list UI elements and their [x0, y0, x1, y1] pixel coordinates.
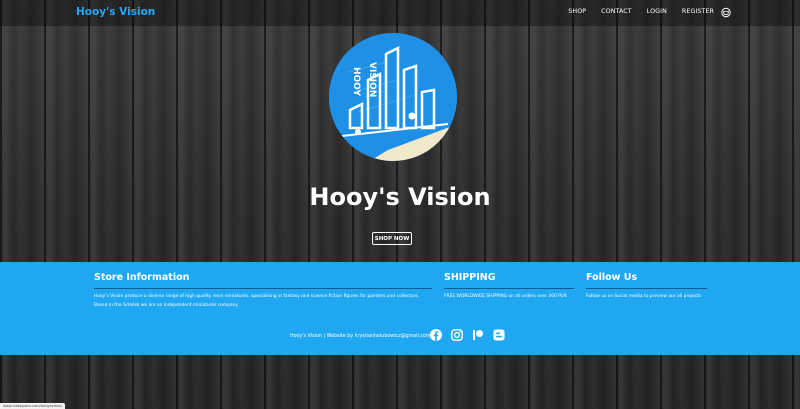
shipping-section: SHIPPING FREE WORLDWIDE SHIPPING on all … [444, 262, 574, 300]
store-info-section: Store Information Hooy's Vision produce … [94, 262, 432, 309]
follow-heading: Follow Us [586, 272, 638, 283]
divider [444, 288, 574, 289]
nav-shop-link[interactable]: SHOP [568, 8, 586, 15]
nav-login-link[interactable]: LOGIN [647, 8, 667, 15]
store-location-text: Based in the Gdańsk we are an independen… [94, 303, 238, 308]
nav-register-link[interactable]: REGISTER [682, 8, 714, 15]
svg-text:VISION: VISION [367, 62, 377, 97]
shop-now-button[interactable]: SHOP NOW [372, 232, 412, 245]
divider [586, 288, 707, 289]
store-info-heading: Store Information [94, 272, 190, 283]
hero-title: Hooy's Vision [309, 183, 491, 211]
facebook-icon[interactable] [430, 329, 442, 341]
follow-section: Follow Us Follow us on Social media to p… [586, 262, 707, 300]
divider [94, 288, 432, 289]
svg-text:HOOY: HOOY [351, 67, 361, 97]
footer: Store Information Hooy's Vision produce … [0, 262, 800, 355]
navbar: Hooy's Vision SHOP CONTACT LOGIN REGISTE… [0, 0, 800, 26]
status-bar-url: www.instagram.com/hooysvision [0, 403, 66, 409]
instagram-icon[interactable] [451, 329, 463, 341]
brand-link[interactable]: Hooy's Vision [76, 6, 155, 18]
hero-logo: HOOY VISION [329, 33, 457, 161]
social-links [430, 329, 505, 341]
store-info-text: Hooy's Vision produce a diverse range of… [94, 294, 420, 299]
shipping-text: FREE WORLDWIDE SHIPPING on all orders ov… [444, 294, 567, 299]
follow-text: Follow us on Social media to preview our… [586, 294, 702, 299]
basket-icon[interactable] [721, 7, 731, 18]
footer-credit: Hooy's Vision | Website by krystianholub… [290, 334, 431, 339]
patreon-icon[interactable] [472, 329, 484, 341]
nav-contact-link[interactable]: CONTACT [601, 8, 632, 15]
shipping-heading: SHIPPING [444, 272, 496, 283]
blogger-icon[interactable] [493, 329, 505, 341]
nav-links: SHOP CONTACT LOGIN REGISTER [553, 8, 714, 15]
